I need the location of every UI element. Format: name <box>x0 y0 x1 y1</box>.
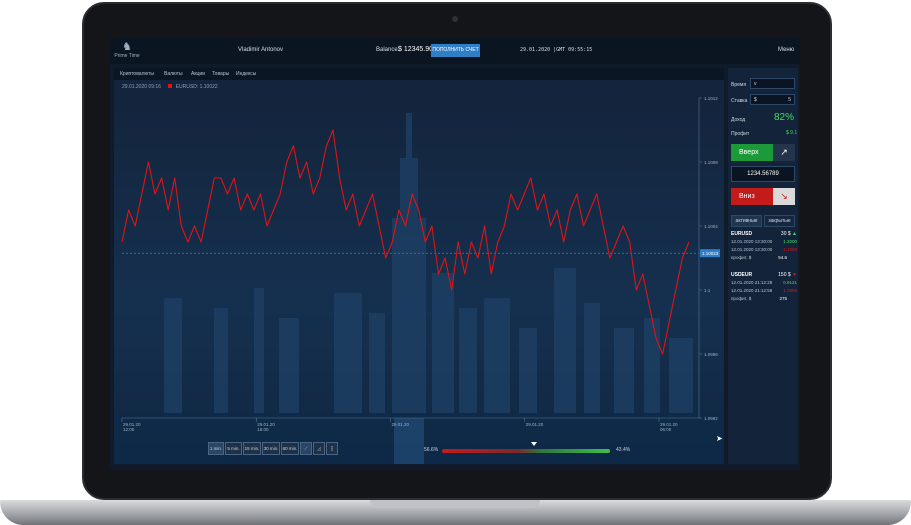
horse-icon: ♞ <box>122 41 132 53</box>
trade-open-time: 12.01.2020 21:12:28 <box>731 280 773 285</box>
trade-open-price: 0.9121 <box>783 280 797 285</box>
price-chart[interactable]: 1.1012 1.1008 1.1004 1.1 1.0996 1.0992 29.01.2… <box>114 68 724 464</box>
area-chart-icon[interactable]: ◿ <box>313 442 325 455</box>
trend-up-icon: ↗ <box>773 144 795 161</box>
timeframe-30min[interactable]: 30 min. <box>262 442 280 455</box>
sentiment-marker-icon <box>531 442 537 446</box>
sentiment-down-pct: 56.6% <box>424 447 439 453</box>
trade-close-price: 1.0886 <box>783 288 797 293</box>
timeframe-15min[interactable]: 15 min. <box>243 442 261 455</box>
tab-active-deals[interactable]: активные <box>731 215 762 227</box>
timeframe-5min[interactable]: 5 min. <box>225 442 242 455</box>
laptop-notch <box>370 500 540 508</box>
logo-text: Prime Time <box>114 53 140 59</box>
trade-amount: 30 $ <box>780 231 791 237</box>
screen: ♞ Prime Time Vladimir Antonov Balance: $… <box>110 38 800 470</box>
tab-closed-deals[interactable]: закрытые <box>764 215 795 227</box>
logo[interactable]: ♞ Prime Time <box>114 41 140 61</box>
profit-label: Профит <box>731 131 750 137</box>
x-tick-label: 12:00 <box>123 427 135 432</box>
trend-down-icon: ↘ <box>773 188 795 205</box>
trade-profit: 275 <box>779 296 787 301</box>
current-price: 1234.56789 <box>731 166 795 182</box>
trade-panel: Время v Ставка $ 5 Доход 82% Профит $ 9.… <box>728 68 798 464</box>
server-time: 29.01.2020 |GMT 09:55:15 <box>520 47 593 53</box>
trade-amount: 150 $ <box>778 272 791 278</box>
x-tick-label: 06:00 <box>660 427 672 432</box>
line-chart-icon[interactable]: ⟋ <box>300 442 312 455</box>
stake-label: Ставка <box>731 98 748 104</box>
profit-value: $ 9.1 <box>786 130 798 136</box>
y-tick-label: 1.1008 <box>704 160 718 165</box>
trade-symbol: EURUSD <box>731 231 753 237</box>
income-value: 82% <box>774 112 795 123</box>
balance-label: Balance: <box>376 47 400 53</box>
down-label: Вниз <box>739 193 755 200</box>
sentiment-bar <box>442 449 610 453</box>
trade-open-price: 1.2000 <box>783 239 797 244</box>
sentiment-up-pct: 43.4% <box>616 447 631 453</box>
trade-profit: 54.6 <box>778 255 787 260</box>
stake-input[interactable]: $ 5 <box>750 94 795 105</box>
time-label: Время <box>731 82 747 88</box>
y-tick-label: 1.1 <box>704 288 711 293</box>
time-value: v <box>754 81 757 87</box>
menu-button[interactable]: Меню <box>778 47 794 53</box>
trade-close-time: 12.01.2020 21:12:58 <box>731 288 773 293</box>
webcam-icon <box>452 16 458 22</box>
current-price-label: 1.10023 <box>702 251 719 256</box>
mouse-cursor-icon: ➤ <box>716 434 723 443</box>
y-tick-label: 1.0992 <box>704 416 718 421</box>
y-tick-label: 1.1012 <box>704 96 718 101</box>
top-bar: ♞ Prime Time Vladimir Antonov Balance: $… <box>110 38 800 64</box>
candle-chart-icon[interactable]: ┇ <box>326 442 338 455</box>
trade-symbol: USDEUR <box>731 272 753 278</box>
user-name[interactable]: Vladimir Antonov <box>238 47 283 53</box>
income-label: Доход <box>731 117 746 123</box>
up-label: Вверх <box>739 149 759 156</box>
stake-value: 5 <box>788 97 791 103</box>
balance-value: $ 12345.90 <box>398 46 434 53</box>
trade-profit-label: профит, $ <box>731 296 752 301</box>
down-button[interactable]: Вниз ↘ <box>731 188 795 205</box>
x-tick-label: 18:00 <box>257 427 269 432</box>
y-tick-label: 1.0996 <box>704 352 718 357</box>
trade-profit-label: профит, $ <box>731 255 752 260</box>
trade-item[interactable]: EURUSD 30 $ ▲ 12.01.2020 13:30:00 1.2000… <box>731 231 797 263</box>
chart-panel: Криптовалюты Валюты Акции Товары Индексы… <box>114 68 724 464</box>
deposit-button[interactable]: ПОПОЛНИТЬ СЧЕТ <box>431 44 480 57</box>
time-select[interactable]: v <box>750 78 795 89</box>
up-button[interactable]: Вверх ↗ <box>731 144 795 161</box>
trade-open-time: 12.01.2020 13:30:00 <box>731 239 773 244</box>
trade-close-time: 12.01.2020 13:30:00 <box>731 247 773 252</box>
timeframe-1min[interactable]: 1 min. <box>208 442 224 455</box>
trade-item[interactable]: USDEUR 150 $ ▼ 12.01.2020 21:12:28 0.912… <box>731 272 797 304</box>
stake-currency: $ <box>754 97 757 103</box>
x-tick-label: 29.01.20 <box>526 422 544 427</box>
timeframe-60min[interactable]: 60 min. <box>281 442 299 455</box>
trade-close-price: 1.1900 <box>783 247 797 252</box>
arrow-up-icon: ▲ <box>792 231 797 237</box>
price-series-line <box>121 129 690 355</box>
y-tick-label: 1.1004 <box>704 224 718 229</box>
arrow-down-icon: ▼ <box>792 272 797 278</box>
x-tick-label: 29.01.20 <box>392 422 410 427</box>
